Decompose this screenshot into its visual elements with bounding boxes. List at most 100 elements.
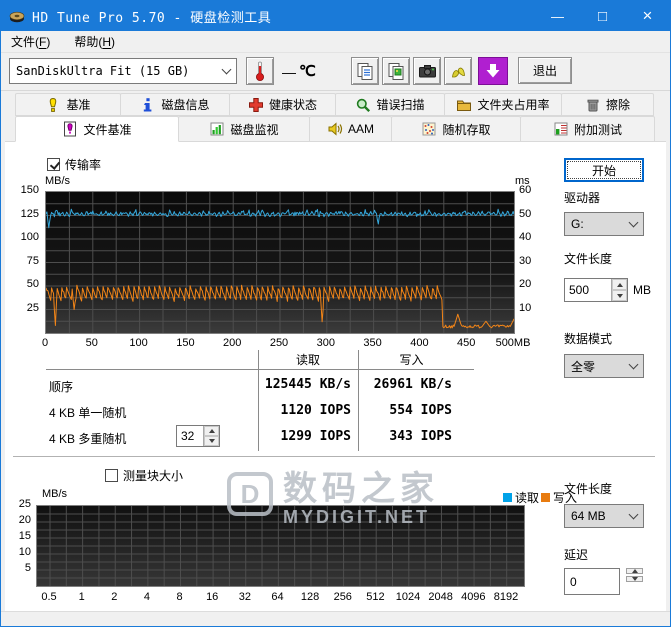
stepper-down-button[interactable] — [204, 436, 219, 446]
tab-file-benchmark[interactable]: 文件基准 — [15, 116, 179, 142]
file-length2-value: 64 MB — [571, 509, 606, 523]
block-size-chart — [36, 505, 525, 587]
exit-button[interactable]: 退出 — [518, 57, 572, 84]
transfer-rate-checkbox[interactable]: 传输率 — [47, 156, 101, 173]
data-mode-value: 全零 — [571, 359, 596, 374]
axis-tick-label: 2 — [111, 591, 118, 603]
tab-folder-usage[interactable]: 文件夹占用率 — [444, 93, 562, 116]
axis-tick-label: 30 — [519, 254, 532, 267]
axis-tick-label: 8 — [176, 591, 183, 603]
window-title: HD Tune Pro 5.70 - 硬盘检测工具 — [32, 10, 272, 26]
copy-text-button[interactable] — [351, 57, 379, 85]
screenshot-button[interactable] — [413, 57, 441, 85]
axis-tick-label: 512 — [366, 591, 385, 603]
axis-tick-label: 450 — [457, 337, 476, 349]
axis-tick-label: 50 — [85, 337, 98, 349]
tab-label: 随机存取 — [442, 122, 491, 137]
tab-label: 擦除 — [605, 98, 630, 112]
axis-tick-label: 10 — [519, 301, 532, 314]
tab-health[interactable]: 健康状态 — [229, 93, 336, 116]
tab-extra-tests[interactable]: 附加测试 — [520, 116, 655, 142]
table-header-line — [46, 369, 474, 370]
file-length-stepper[interactable]: 500 — [564, 278, 628, 302]
tab-benchmark[interactable]: 基准 — [15, 93, 121, 116]
tab-disk-monitor[interactable]: 磁盘监视 — [178, 116, 310, 142]
chevron-down-icon — [628, 217, 639, 227]
tab-label: 基准 — [66, 98, 91, 112]
drive-select[interactable]: G: — [564, 212, 644, 236]
data-mode-select[interactable]: 全零 — [564, 354, 644, 378]
maximize-button[interactable]: □ — [580, 1, 625, 31]
temperature-button[interactable] — [246, 57, 274, 85]
axis-tick-label: 5 — [24, 562, 31, 574]
checkbox-box[interactable] — [105, 469, 118, 482]
stepper-down-button[interactable] — [626, 576, 643, 582]
menu-file[interactable]: 文件(F) — [9, 31, 58, 52]
axis-tick-label: 200 — [223, 337, 242, 349]
axis-tick-label: 128 — [300, 591, 320, 603]
file-length-label: 文件长度 — [564, 252, 613, 266]
transfer-rate-label: 传输率 — [65, 158, 102, 172]
tab-label: 健康状态 — [268, 98, 317, 112]
speaker-icon — [328, 122, 343, 136]
tab-label: 附加测试 — [573, 122, 622, 137]
stepper-up-button[interactable] — [204, 426, 219, 436]
tab-label: 磁盘监视 — [230, 122, 279, 137]
4k-single-read-value: 1120 IOPS — [280, 403, 351, 418]
start-button[interactable]: 开始 — [564, 158, 644, 182]
tab-erase[interactable]: 擦除 — [561, 93, 654, 116]
delay-input[interactable]: 0 — [564, 568, 620, 595]
stepper-up-button[interactable] — [626, 568, 643, 574]
chevron-down-icon — [628, 509, 639, 519]
copy-image-icon — [388, 62, 403, 80]
tab-label: 错误扫描 — [376, 98, 425, 112]
axis-tick-label: 150 — [20, 184, 39, 196]
tab-row-primary: 基准 磁盘信息 健康状态 错误扫描 文件夹占用率 擦除 — [15, 93, 654, 116]
checkbox-box[interactable] — [47, 158, 60, 171]
axis-tick-label: 50 — [26, 278, 39, 290]
file-length2-select[interactable]: 64 MB — [564, 504, 644, 528]
minimize-button[interactable]: — — [535, 1, 580, 31]
tab-random-access[interactable]: 随机存取 — [391, 116, 521, 142]
axis-tick-label: 500MB — [495, 337, 531, 349]
tab-aam[interactable]: AAM — [309, 116, 392, 142]
tab-label: 文件夹占用率 — [477, 98, 550, 112]
file-length-unit: MB — [633, 283, 651, 297]
axis-tick-label: 40 — [519, 231, 532, 243]
delay-label: 延迟 — [564, 548, 589, 562]
benchmark-icon — [50, 97, 57, 112]
axis-tick-label: 75 — [26, 254, 39, 267]
device-select-value: SanDiskUltra Fit (15 GB) — [16, 64, 190, 78]
copy-image-button[interactable] — [382, 57, 410, 85]
extra-tests-icon — [554, 122, 568, 136]
tab-disk-info[interactable]: 磁盘信息 — [120, 93, 230, 116]
toolbar: SanDiskUltra Fit (15 GB) — ℃ 退出 — [1, 53, 670, 91]
sequential-read-value: 125445 KB/s — [264, 377, 351, 392]
disk-monitor-icon — [210, 122, 224, 136]
legend-read-swatch — [503, 493, 512, 502]
stepper-up-button[interactable] — [612, 279, 627, 290]
device-select[interactable]: SanDiskUltra Fit (15 GB) — [9, 58, 237, 84]
axis-tick-label: 64 — [271, 591, 284, 603]
download-button[interactable] — [478, 57, 508, 85]
block-size-checkbox[interactable]: 测量块大小 — [105, 467, 183, 484]
queue-depth-stepper[interactable]: 32 — [176, 425, 220, 447]
tab-error-scan[interactable]: 错误扫描 — [335, 93, 445, 116]
axis-tick-label: 400 — [410, 337, 429, 349]
trash-icon — [587, 99, 599, 111]
4k-multi-write-value: 343 IOPS — [389, 429, 452, 444]
hands-button[interactable] — [444, 57, 472, 85]
tab-label: 磁盘信息 — [161, 98, 210, 112]
menu-help[interactable]: 帮助(H) — [72, 31, 123, 52]
thermometer-icon — [254, 60, 266, 82]
health-icon — [248, 97, 263, 112]
axis-tick-label: 350 — [363, 337, 382, 349]
close-button[interactable]: × — [625, 1, 670, 31]
axis-tick-label: 32 — [238, 591, 251, 603]
tab-label: AAM — [347, 122, 374, 136]
app-icon — [9, 9, 25, 23]
menu-bar: 文件(F) 帮助(H) — [1, 31, 670, 53]
stepper-down-button[interactable] — [612, 290, 627, 301]
col-header-read: 读取 — [295, 353, 320, 367]
delay-stepper[interactable] — [626, 568, 643, 582]
